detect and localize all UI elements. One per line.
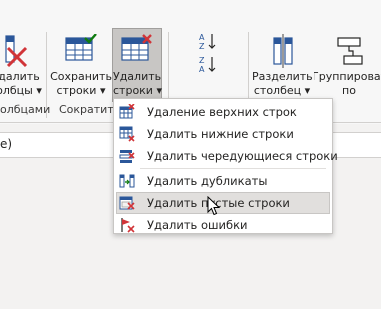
remove-rows-label-1: Удалить [113,70,162,83]
remove-rows-button[interactable]: Удалить строки ▾ [112,28,162,102]
group-label-reduce: Сократить [59,103,121,116]
split-column-label-2: столбец ▾ [253,84,311,97]
menu-separator [140,168,326,169]
menu-item-remove-blank-rows[interactable]: Удалить пустые строки [116,192,330,214]
remove-duplicates-icon [119,174,135,188]
menu-item-remove-top-rows[interactable]: Удаление верхних строк [116,101,330,123]
sort-descending-button[interactable]: Z A [196,55,220,73]
remove-rows-label-2: строки ▾ [113,84,162,97]
split-column-label-1: Разделить [252,70,313,83]
remove-columns-label-2: олбцы ▾ [0,84,42,97]
menu-item-remove-alternate-rows[interactable]: Удалить чередующиеся строки [116,145,338,167]
remove-columns-label-1: далить [0,70,40,83]
remove-columns-button[interactable]: далить олбцы ▾ [0,28,42,102]
keep-rows-icon [65,34,97,61]
remove-alternate-rows-icon [119,150,135,163]
svg-text:Z: Z [199,42,205,50]
remove-errors-icon [121,218,135,233]
remove-bottom-rows-icon [119,126,135,142]
menu-item-label: Удалить нижние строки [147,127,294,141]
menu-item-remove-errors[interactable]: Удалить ошибки [116,214,330,236]
split-column-icon [273,34,293,68]
group-by-icon [337,37,363,65]
mouse-cursor-icon [207,196,221,216]
svg-text:A: A [199,65,205,73]
svg-text:Z: Z [199,56,205,65]
group-by-label-1: Группировать [314,70,381,83]
menu-item-label: Удалить ошибки [147,218,248,232]
svg-text:A: A [199,33,205,42]
group-label-columns: олбцами [0,103,51,116]
remove-rows-menu: Удаление верхних строк Удалить нижние ст… [113,98,338,236]
remove-columns-icon [5,35,28,68]
menu-item-remove-duplicates[interactable]: Удалить дубликаты [116,170,330,192]
remove-blank-rows-icon [119,196,135,210]
menu-item-label: Удалить чередующиеся строки [147,149,338,163]
keep-rows-label-2: строки ▾ [56,84,106,97]
menu-item-remove-bottom-rows[interactable]: Удалить нижние строки [116,123,330,145]
sort-descending-icon: Z A [199,56,216,73]
remove-rows-icon [121,34,152,61]
menu-item-label: Удалить дубликаты [147,174,268,188]
split-column-button[interactable]: Разделить столбец ▾ [252,28,313,102]
sort-ascending-icon: A Z [199,33,216,50]
formula-text: e) [0,137,13,151]
remove-top-rows-icon [119,104,135,119]
sort-ascending-button[interactable]: A Z [196,32,220,50]
keep-rows-label-1: Сохранить [50,70,112,83]
group-by-label-2: по [342,84,356,97]
keep-rows-button[interactable]: Сохранить строки ▾ [50,28,112,102]
menu-item-label: Удаление верхних строк [147,105,297,119]
group-by-button[interactable]: Группировать по [314,28,381,102]
